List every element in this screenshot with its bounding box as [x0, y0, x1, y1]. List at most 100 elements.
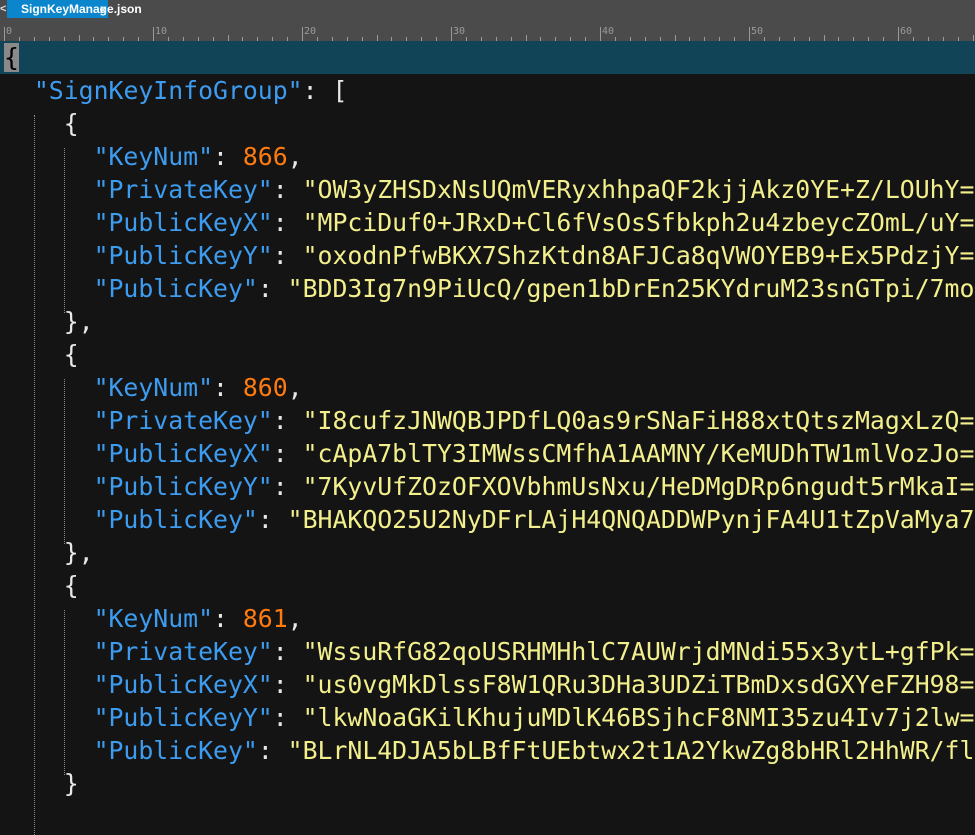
code-line: "SignKeyInfoGroup": [	[4, 74, 975, 107]
punctuation: :	[213, 142, 243, 171]
code-line: "PublicKeyX": "us0vgMkDlssF8W1QRu3DHa3UD…	[4, 668, 975, 701]
punctuation: :	[272, 208, 303, 237]
code-line: "PrivateKey": "I8cufzJNWQBJPDfLQ0as9rSNa…	[4, 404, 975, 437]
punctuation: :	[272, 406, 303, 435]
code-line: },	[4, 536, 975, 569]
quote: "	[302, 439, 318, 468]
code-line: "PrivateKey": "WssuRfG82qoUSRHMHhlC7AUWr…	[4, 635, 975, 668]
punctuation: : [	[302, 76, 348, 105]
ruler-label: 40	[602, 26, 615, 37]
json-string: oxodnPfwBKX7ShzKtdn8AFJCa8qVWOYEB9+Ex5Pd…	[317, 241, 975, 270]
json-string: us0vgMkDlssF8W1QRu3DHa3UDZiTBmDxsdGXYeFZ…	[317, 670, 975, 699]
open-brace: {	[63, 571, 79, 600]
ruler-tick	[749, 27, 750, 41]
code-editor[interactable]: { "SignKeyInfoGroup": [ { "KeyNum": 866,…	[4, 41, 975, 835]
code-line: {	[4, 41, 975, 74]
code-line: {	[4, 569, 975, 602]
open-brace: {	[4, 43, 19, 72]
punctuation: :	[257, 505, 288, 534]
close-brace: },	[63, 307, 94, 336]
punctuation: :	[213, 604, 243, 633]
ruler-label: 50	[751, 26, 764, 37]
code-line: "PublicKeyY": "7KyvUfZOzOFXOVbhmUsNxu/He…	[4, 470, 975, 503]
quote: "	[287, 736, 303, 765]
quote: "	[302, 472, 318, 501]
ruler-label: 0	[6, 26, 13, 37]
json-string: OW3yZHSDxNsUQmVERyxhhpaQF2kjjAkz0YE+Z/LO…	[317, 175, 975, 204]
punctuation: ,	[287, 142, 303, 171]
quote: "	[302, 175, 318, 204]
ruler-label: 20	[304, 26, 317, 37]
json-key: "PublicKeyY"	[93, 703, 273, 732]
punctuation: :	[272, 637, 303, 666]
tab-scroll-left-button[interactable]: <	[0, 0, 6, 18]
json-string: BDD3Ig7n9PiUcQ/gpen1bDrEn25KYdruM23snGTp…	[302, 274, 975, 303]
quote: "	[287, 274, 303, 303]
json-number: 861	[242, 604, 288, 633]
code-line: "KeyNum": 866,	[4, 140, 975, 173]
quote: "	[302, 208, 318, 237]
code-line: "PublicKeyY": "lkwNoaGKilKhujuMDlK46BSjh…	[4, 701, 975, 734]
json-string: cApA7blTY3IMWssCMfhA1AAMNY/KeMUDhTW1mlVo…	[317, 439, 975, 468]
code-line: "PrivateKey": "OW3yZHSDxNsUQmVERyxhhpaQF…	[4, 173, 975, 206]
quote: "	[287, 76, 303, 105]
quote: "	[302, 670, 318, 699]
tab-title: SignKeyManage.json	[21, 2, 142, 16]
code-line: "PublicKey": "BDD3Ig7n9PiUcQ/gpen1bDrEn2…	[4, 272, 975, 305]
code-line: },	[4, 305, 975, 338]
indent-guide	[64, 148, 65, 313]
punctuation: ,	[287, 373, 303, 402]
tab-close-button[interactable]: x	[100, 0, 106, 18]
quote: "	[302, 637, 318, 666]
code-line: "PublicKeyX": "MPciDuf0+JRxD+Cl6fVsOsSfb…	[4, 206, 975, 239]
punctuation: :	[257, 736, 288, 765]
json-key: "PublicKeyX"	[93, 208, 273, 237]
json-string: 7KyvUfZOzOFXOVbhmUsNxu/HeDMgDRp6ngudt5rM…	[317, 472, 975, 501]
tab-bar: < SignKeyManage.json x	[0, 0, 975, 18]
ruler-tick	[302, 27, 303, 41]
json-key: "PublicKeyY"	[93, 241, 273, 270]
json-key: "PublicKeyY"	[93, 472, 273, 501]
punctuation: :	[272, 175, 303, 204]
punctuation: :	[272, 472, 303, 501]
punctuation: :	[272, 703, 303, 732]
ruler-tick	[4, 27, 5, 41]
json-key: "PrivateKey"	[93, 406, 273, 435]
punctuation: :	[272, 439, 303, 468]
json-key: "PublicKey"	[93, 274, 258, 303]
column-ruler: 0 10 20 30 40 50 60	[0, 18, 975, 42]
indent-guide	[64, 379, 65, 544]
open-brace: {	[63, 109, 79, 138]
tab-signkeymanage-json[interactable]: SignKeyManage.json x	[7, 0, 142, 18]
ruler-label: 30	[453, 26, 466, 37]
json-string: lkwNoaGKilKhujuMDlK46BSjhcF8NMI35zu4Iv7j…	[317, 703, 975, 732]
code-line: "PublicKey": "BLrNL4DJA5bLBfFtUEbtwx2t1A…	[4, 734, 975, 767]
ruler-label: 60	[900, 26, 913, 37]
json-key: "PrivateKey"	[93, 175, 273, 204]
json-string: I8cufzJNWQBJPDfLQ0as9rSNaFiH88xtQtszMagx…	[317, 406, 975, 435]
json-key: SignKeyInfoGroup	[48, 76, 288, 105]
code-line: {	[4, 338, 975, 371]
json-key: "KeyNum"	[93, 604, 214, 633]
punctuation: :	[272, 670, 303, 699]
json-number: 866	[242, 142, 288, 171]
ruler-label: 10	[155, 26, 168, 37]
json-key: "KeyNum"	[93, 373, 214, 402]
json-key: "KeyNum"	[93, 142, 214, 171]
code-line: "PublicKeyX": "cApA7blTY3IMWssCMfhA1AAMN…	[4, 437, 975, 470]
punctuation: ,	[287, 604, 303, 633]
json-string: BLrNL4DJA5bLBfFtUEbtwx2t1A2YkwZg8bHRl2Hh…	[302, 736, 975, 765]
punctuation: :	[213, 373, 243, 402]
json-key: "PrivateKey"	[93, 637, 273, 666]
indent-guide	[64, 610, 65, 775]
code-line: "KeyNum": 861,	[4, 602, 975, 635]
quote: "	[287, 505, 303, 534]
json-key: "PublicKeyX"	[93, 670, 273, 699]
quote: "	[302, 406, 318, 435]
close-brace: },	[63, 538, 94, 567]
punctuation: :	[257, 274, 288, 303]
code-line: "PublicKey": "BHAKQO25U2NyDFrLAjH4QNQADD…	[4, 503, 975, 536]
ruler-tick	[451, 27, 452, 41]
code-line: "PublicKeyY": "oxodnPfwBKX7ShzKtdn8AFJCa…	[4, 239, 975, 272]
json-string: MPciDuf0+JRxD+Cl6fVsOsSfbkph2u4zbeycZOmL…	[317, 208, 975, 237]
